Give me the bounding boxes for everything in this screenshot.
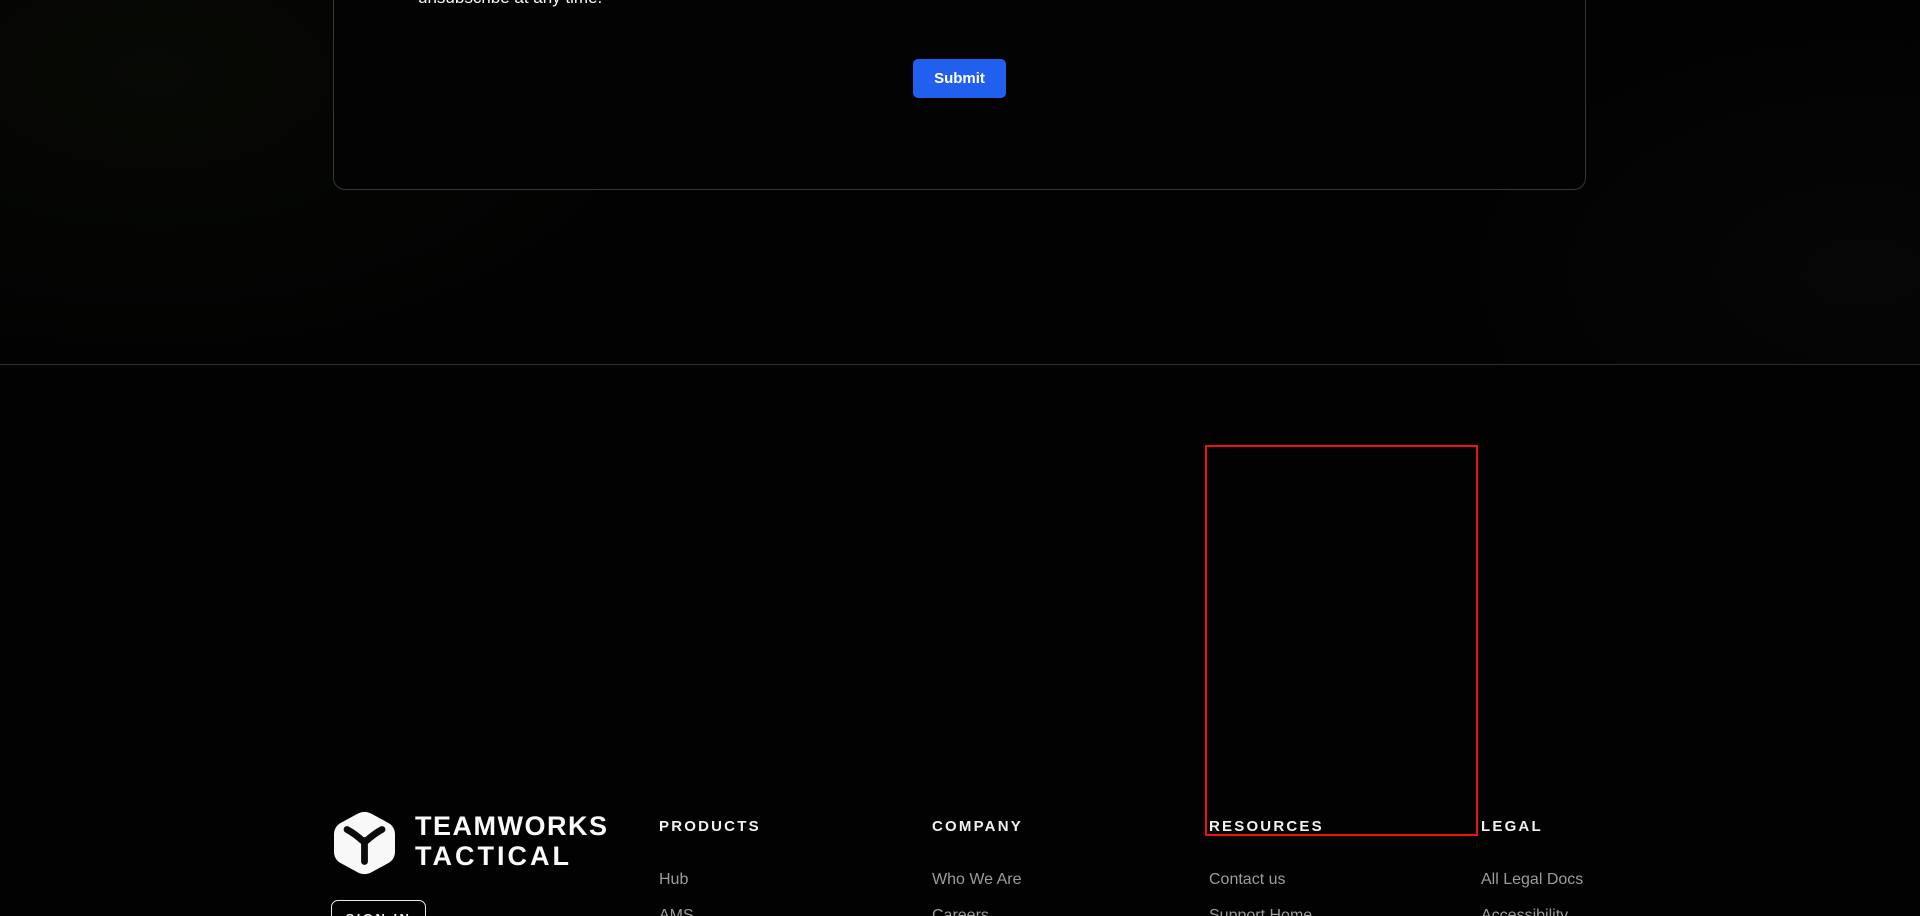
unsubscribe-disclaimer-text: unsubscribe at any time. bbox=[418, 0, 602, 8]
list-item: AMS bbox=[659, 906, 909, 916]
legal-heading: LEGAL bbox=[1481, 818, 1543, 835]
brand-line-2: TACTICAL bbox=[415, 841, 572, 871]
list-item: All Legal Docs bbox=[1481, 870, 1731, 890]
resources-heading: RESOURCES bbox=[1209, 818, 1324, 835]
hero-section: unsubscribe at any time. Submit bbox=[0, 0, 1920, 364]
list-item: Careers bbox=[932, 906, 1182, 916]
brand-wordmark: TEAMWORKS TACTICAL bbox=[415, 811, 608, 871]
footer-column-legal: LEGAL All Legal Docs Accessibility Priva… bbox=[1481, 818, 1731, 916]
link-support-home[interactable]: Support Home bbox=[1209, 907, 1312, 916]
teamworks-hexagon-logo-icon bbox=[334, 811, 395, 875]
products-heading: PRODUCTS bbox=[659, 818, 761, 835]
link-accessibility[interactable]: Accessibility bbox=[1481, 907, 1568, 916]
list-item: Support Home bbox=[1209, 906, 1459, 916]
site-footer: TEAMWORKS TACTICAL SIGN IN (202) 875-893… bbox=[0, 364, 1920, 916]
link-careers[interactable]: Careers bbox=[932, 907, 989, 916]
link-who-we-are[interactable]: Who We Are bbox=[932, 871, 1022, 888]
list-item: Contact us bbox=[1209, 870, 1459, 890]
link-hub[interactable]: Hub bbox=[659, 871, 688, 888]
link-ams[interactable]: AMS bbox=[659, 907, 694, 916]
footer-column-resources: RESOURCES Contact us Support Home Learni… bbox=[1209, 818, 1459, 916]
link-all-legal-docs[interactable]: All Legal Docs bbox=[1481, 871, 1583, 888]
list-item: Hub bbox=[659, 870, 909, 890]
footer-column-company: COMPANY Who We Are Careers bbox=[932, 818, 1182, 916]
footer-column-products: PRODUCTS Hub AMS Nutrition bbox=[659, 818, 909, 916]
sign-in-button[interactable]: SIGN IN bbox=[331, 900, 426, 916]
company-heading: COMPANY bbox=[932, 818, 1023, 835]
footer-logo[interactable]: TEAMWORKS TACTICAL bbox=[332, 809, 612, 879]
brand-line-1: TEAMWORKS bbox=[415, 811, 609, 841]
list-item: Who We Are bbox=[932, 870, 1182, 890]
link-contact-us[interactable]: Contact us bbox=[1209, 871, 1285, 888]
submit-button[interactable]: Submit bbox=[913, 59, 1006, 98]
list-item: Accessibility bbox=[1481, 906, 1731, 916]
